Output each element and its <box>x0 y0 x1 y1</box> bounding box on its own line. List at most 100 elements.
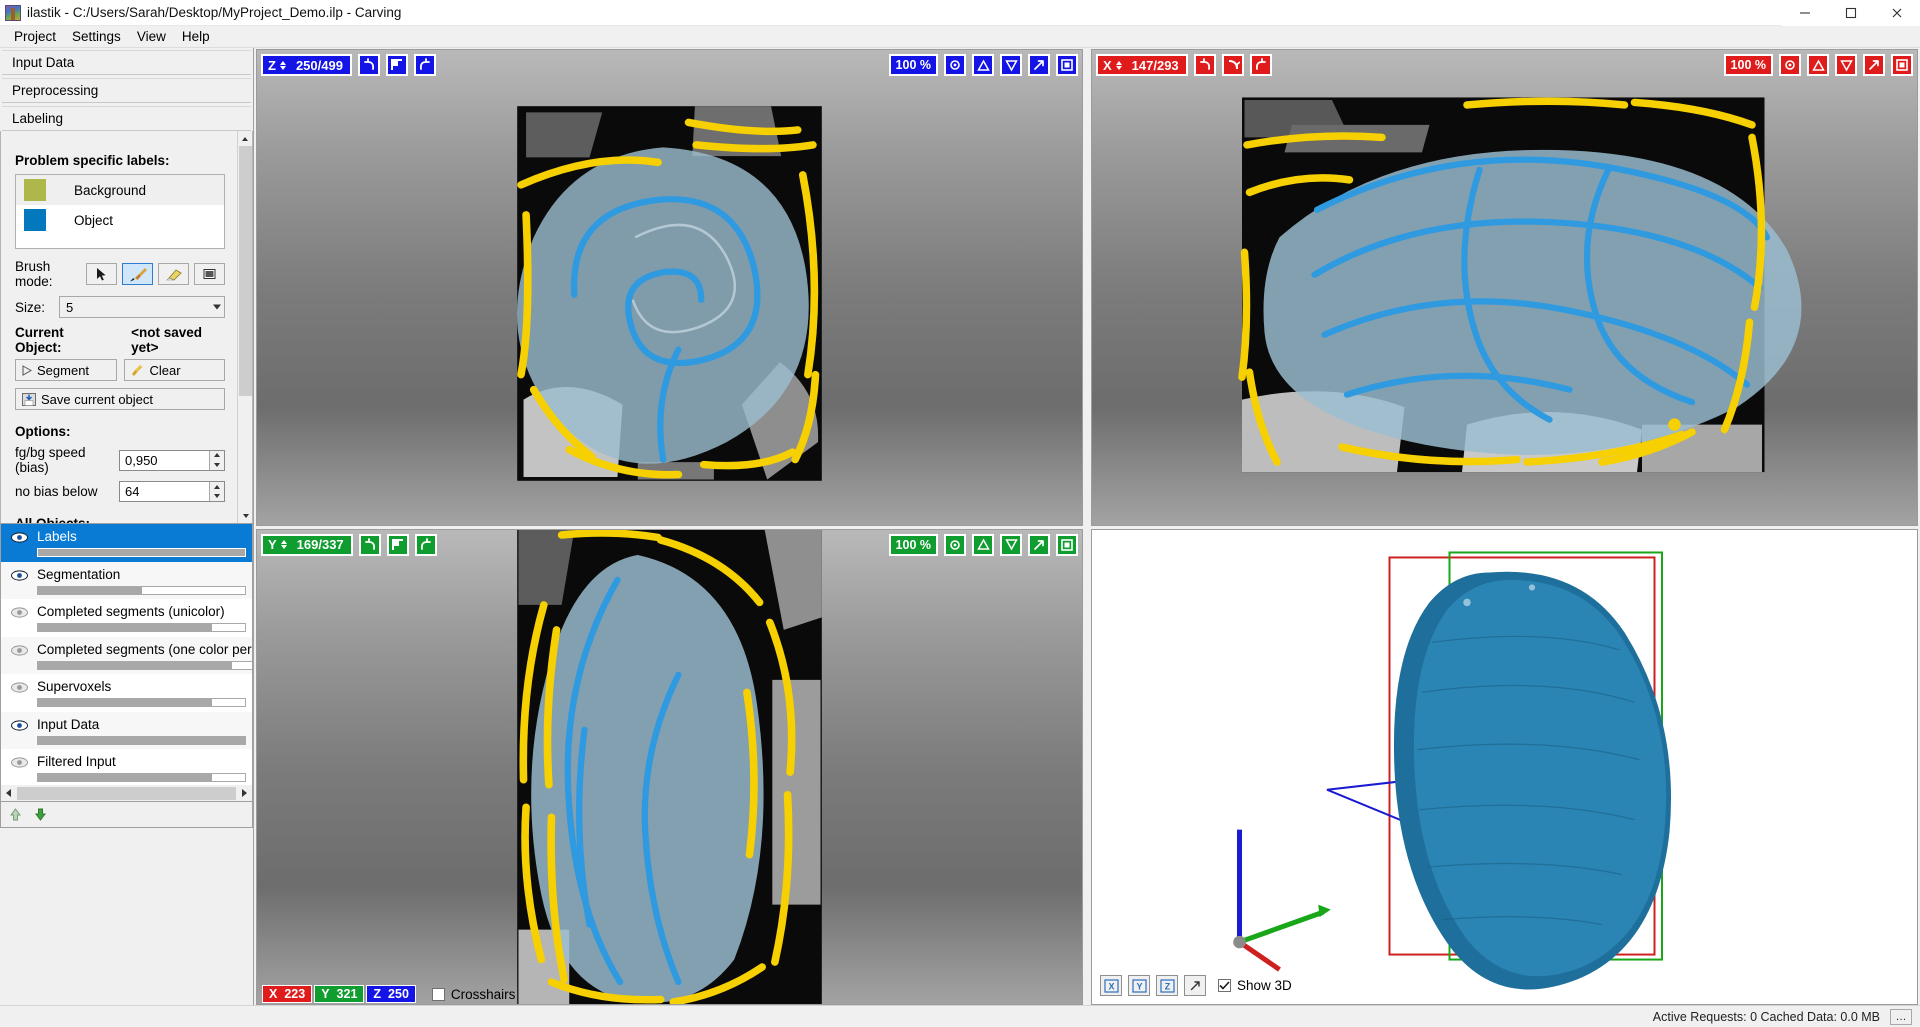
coordinate-y[interactable]: Y 321 <box>314 985 365 1003</box>
redo-icon[interactable] <box>414 533 437 556</box>
zoom-level-badge[interactable]: 100 % <box>888 54 938 76</box>
close-button[interactable] <box>1874 0 1920 26</box>
stepper-down[interactable] <box>210 492 224 502</box>
layer-list[interactable]: Labels Segmentation Completed segments (… <box>0 523 253 785</box>
reset-zoom-icon[interactable] <box>944 54 966 76</box>
viewer-y[interactable]: Y 169/337 100 % <box>256 528 1083 1005</box>
reset-zoom-icon[interactable] <box>1779 54 1801 76</box>
viewer-x[interactable]: X 147/293 100 % <box>1091 49 1918 526</box>
stepper-up[interactable] <box>210 482 224 492</box>
status-overflow-button[interactable]: … <box>1890 1008 1912 1025</box>
visibility-eye-icon[interactable] <box>1 717 37 731</box>
menu-help[interactable]: Help <box>174 27 218 46</box>
applet-labeling[interactable]: Labeling <box>2 106 251 131</box>
minimize-button[interactable] <box>1782 0 1828 26</box>
up-triangle-icon[interactable] <box>1807 54 1829 76</box>
no-bias-below-input[interactable]: 64 <box>119 481 225 502</box>
zoom-level-badge[interactable]: 100 % <box>888 533 938 556</box>
undo-icon[interactable] <box>1193 54 1216 76</box>
layer-row-segmentation[interactable]: Segmentation <box>1 561 252 599</box>
up-triangle-icon[interactable] <box>972 533 994 556</box>
fgbg-speed-input[interactable]: 0,950 <box>119 449 225 471</box>
scrollbar-thumb[interactable] <box>17 786 236 800</box>
maximize-view-icon[interactable] <box>1028 54 1050 76</box>
layer-opacity-slider[interactable] <box>37 585 246 595</box>
menu-view[interactable]: View <box>129 27 174 46</box>
down-triangle-icon[interactable] <box>1000 533 1022 556</box>
stepper-up[interactable] <box>210 451 224 461</box>
move-layer-up-icon[interactable] <box>7 806 24 823</box>
axis-slice-badge-x[interactable]: X 147/293 <box>1096 54 1188 76</box>
fit-view-icon[interactable] <box>1891 54 1913 76</box>
viewer-3d[interactable]: X Y Z Show 3D <box>1091 528 1918 1005</box>
visibility-eye-icon[interactable] <box>1 642 37 656</box>
rectangle-icon[interactable] <box>194 263 225 285</box>
fgbg-speed-stepper[interactable] <box>209 450 224 470</box>
layer-opacity-slider[interactable] <box>37 548 246 557</box>
segment-button[interactable]: Segment <box>15 359 117 381</box>
scroll-left-arrow[interactable] <box>1 786 16 801</box>
eraser-icon[interactable] <box>158 263 189 285</box>
zoom-level-badge[interactable]: 100 % <box>1723 54 1773 76</box>
layer-opacity-slider[interactable] <box>37 660 252 670</box>
up-triangle-icon[interactable] <box>972 54 994 76</box>
label-list[interactable]: Background Object <box>15 174 225 249</box>
undo-icon[interactable] <box>357 54 380 76</box>
layer-opacity-slider[interactable] <box>37 773 246 782</box>
layer-row-input-data[interactable]: Input Data <box>1 711 252 749</box>
visibility-eye-icon[interactable] <box>1 679 37 693</box>
layer-row-filtered-input[interactable]: Filtered Input <box>1 749 252 785</box>
scroll-down-arrow[interactable] <box>238 508 252 523</box>
label-color-swatch[interactable] <box>24 209 46 231</box>
corner-icon[interactable] <box>386 533 409 556</box>
down-triangle-icon[interactable] <box>1000 54 1022 76</box>
brush-size-select[interactable]: 5 <box>59 296 225 318</box>
layer-row-labels[interactable]: Labels <box>1 524 252 562</box>
save-current-object-button[interactable]: Save current object <box>15 388 225 410</box>
viewer-z[interactable]: Z 250/499 100 % <box>256 49 1083 526</box>
applet-input-data[interactable]: Input Data <box>2 50 251 75</box>
no-bias-below-stepper[interactable] <box>209 482 224 501</box>
layer-list-horizontal-scrollbar[interactable] <box>0 785 253 802</box>
maximize-view-icon[interactable] <box>1028 533 1050 556</box>
redo-icon[interactable] <box>413 54 436 76</box>
scroll-up-arrow[interactable] <box>238 131 252 146</box>
clear-button[interactable]: Clear <box>123 359 225 381</box>
slice-stepper[interactable] <box>280 540 287 549</box>
slice-stepper[interactable] <box>279 60 286 70</box>
layer-row-supervoxels[interactable]: Supervoxels <box>1 674 252 712</box>
reset-zoom-icon[interactable] <box>944 533 966 556</box>
crosshairs-checkbox[interactable] <box>431 987 445 1001</box>
stepper-down[interactable] <box>210 460 224 470</box>
layer-opacity-slider[interactable] <box>37 735 246 745</box>
fit-view-icon[interactable] <box>1056 54 1078 76</box>
drawer-scrollbar[interactable] <box>237 131 252 523</box>
scrollbar-thumb[interactable] <box>239 146 252 396</box>
label-row-object[interactable]: Object <box>16 205 224 235</box>
label-color-swatch[interactable] <box>24 179 46 201</box>
layer-row-completed-per-object[interactable]: Completed segments (one color per ob <box>1 636 252 674</box>
axis-slice-badge-z[interactable]: Z 250/499 <box>261 54 352 76</box>
menu-settings[interactable]: Settings <box>64 27 129 46</box>
layer-opacity-slider[interactable] <box>37 623 246 632</box>
coordinate-x[interactable]: X 223 <box>262 985 313 1003</box>
menu-project[interactable]: Project <box>6 27 64 46</box>
coordinate-z[interactable]: Z 250 <box>366 985 416 1003</box>
paintbrush-icon[interactable] <box>122 263 153 285</box>
undo-icon[interactable] <box>358 533 381 556</box>
maximize-view-icon[interactable] <box>1863 54 1885 76</box>
visibility-eye-icon[interactable] <box>1 529 37 543</box>
layer-row-completed-unicolor[interactable]: Completed segments (unicolor) <box>1 599 252 637</box>
chevron-down-icon[interactable] <box>213 304 221 310</box>
axis-slice-badge-y[interactable]: Y 169/337 <box>261 533 353 556</box>
visibility-eye-icon[interactable] <box>1 567 37 581</box>
corner-icon[interactable] <box>1221 54 1244 76</box>
redo-icon[interactable] <box>1249 54 1272 76</box>
corner-icon[interactable] <box>385 54 408 76</box>
crosshairs-toggle[interactable]: Crosshairs <box>431 987 515 1002</box>
layer-opacity-slider[interactable] <box>37 698 246 707</box>
slice-stepper[interactable] <box>1115 60 1122 70</box>
label-row-background[interactable]: Background <box>16 175 224 205</box>
maximize-button[interactable] <box>1828 0 1874 26</box>
down-triangle-icon[interactable] <box>1835 54 1857 76</box>
